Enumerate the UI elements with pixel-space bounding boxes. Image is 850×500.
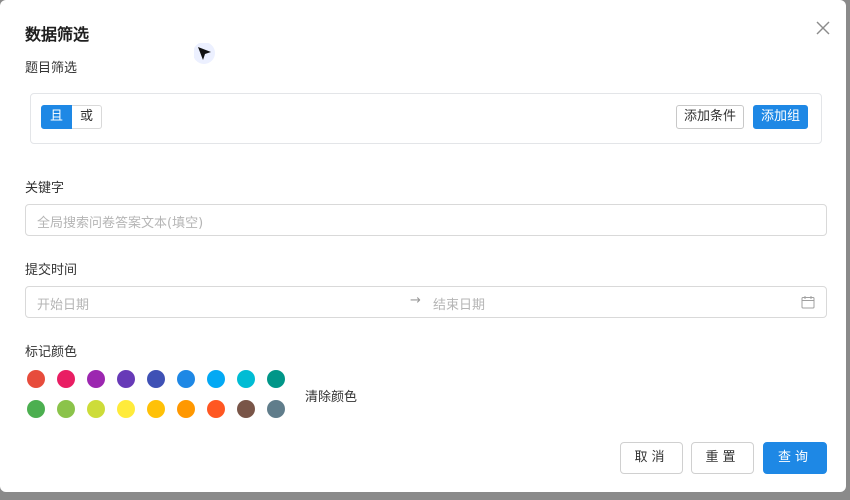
mouse-cursor-icon [194,43,215,64]
submit-time-label: 提交时间 [25,263,78,278]
query-button[interactable]: 查询 [763,442,827,474]
mark-color-label: 标记颜色 [25,345,78,360]
logic-toggle: 且 或 [41,105,103,129]
color-swatch[interactable] [207,400,225,418]
color-swatch[interactable] [87,400,105,418]
add-condition-button[interactable]: 添加条件 [676,105,745,129]
color-swatch[interactable] [57,400,75,418]
color-swatch[interactable] [117,400,135,418]
cancel-button[interactable]: 取消 [620,442,683,474]
color-swatch[interactable] [237,370,255,388]
color-swatch[interactable] [27,370,45,388]
color-swatch[interactable] [207,370,225,388]
keyword-label: 关键字 [25,181,65,196]
question-filter-box: 且 或 添加条件 添加组 [30,93,822,144]
keyword-placeholder: 全局搜索问卷答案文本(填空) [37,216,204,231]
dialog-title: 数据筛选 [25,25,90,44]
color-swatch[interactable] [57,370,75,388]
color-swatch[interactable] [147,400,165,418]
color-swatch[interactable] [147,370,165,388]
logic-or-button[interactable]: 或 [72,105,103,129]
date-range-arrow: → [410,293,421,308]
question-filter-label: 题目筛选 [25,61,78,76]
color-swatch[interactable] [267,400,285,418]
close-icon[interactable] [814,19,832,37]
calendar-icon [801,296,815,309]
color-swatch[interactable] [87,370,105,388]
clear-color-button[interactable]: 清除颜色 [305,386,357,405]
color-swatch[interactable] [177,400,195,418]
logic-and-button[interactable]: 且 [41,105,73,129]
color-swatch[interactable] [117,370,135,388]
color-swatch[interactable] [177,370,195,388]
start-date-input[interactable]: 开始日期 [37,294,89,313]
color-swatch[interactable] [237,400,255,418]
date-range-picker[interactable]: 开始日期 → 结束日期 [25,286,827,318]
color-swatch[interactable] [267,370,285,388]
filter-dialog: 数据筛选 题目筛选 且 或 添加条件 添加组 关键字 全局搜索问卷答案文本(填空… [0,0,846,492]
end-date-input[interactable]: 结束日期 [433,294,485,313]
color-swatch[interactable] [27,400,45,418]
reset-button[interactable]: 重置 [691,442,754,474]
add-group-button[interactable]: 添加组 [753,105,809,129]
keyword-input[interactable]: 全局搜索问卷答案文本(填空) [25,204,827,236]
